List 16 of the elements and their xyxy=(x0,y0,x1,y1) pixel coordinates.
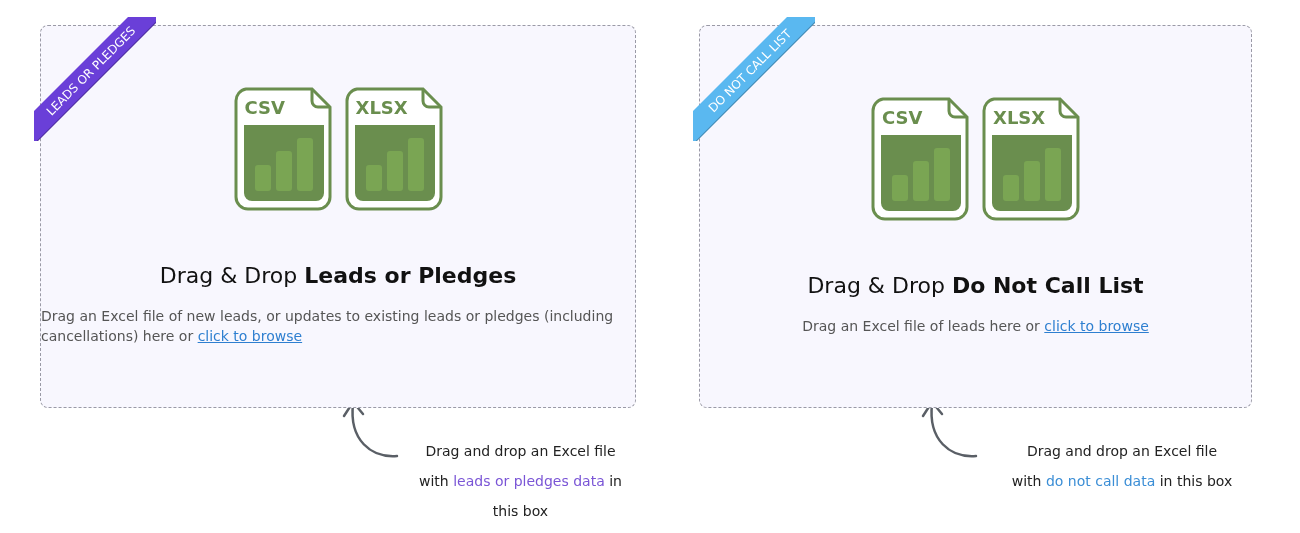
browse-link[interactable]: click to browse xyxy=(1044,318,1149,334)
file-type-label: XLSX xyxy=(355,97,408,118)
file-type-label: CSV xyxy=(882,107,923,128)
hint-note: Drag and drop an Excel file with leads or pledges data in this box xyxy=(418,442,623,521)
file-icon xyxy=(233,87,332,211)
file-type-label: CSV xyxy=(244,97,285,118)
drop-description: Drag an Excel file of new leads, or updates to existing leads or pledges (including cancellations) here or click to browse xyxy=(41,307,615,346)
file-icon xyxy=(982,97,1080,221)
drop-heading: Drag & Drop Do Not Call List xyxy=(807,273,1144,298)
drop-description: Drag an Excel file of leads here or click to browse xyxy=(802,317,1149,336)
drop-heading: Drag & Drop Leads or Pledges xyxy=(159,263,517,288)
file-icon xyxy=(871,97,969,221)
hint-note: Drag and drop an Excel file with do not call data in this box xyxy=(1010,442,1234,491)
browse-link[interactable]: click to browse xyxy=(197,328,303,344)
file-type-label: XLSX xyxy=(993,107,1046,128)
file-icon xyxy=(344,87,443,211)
